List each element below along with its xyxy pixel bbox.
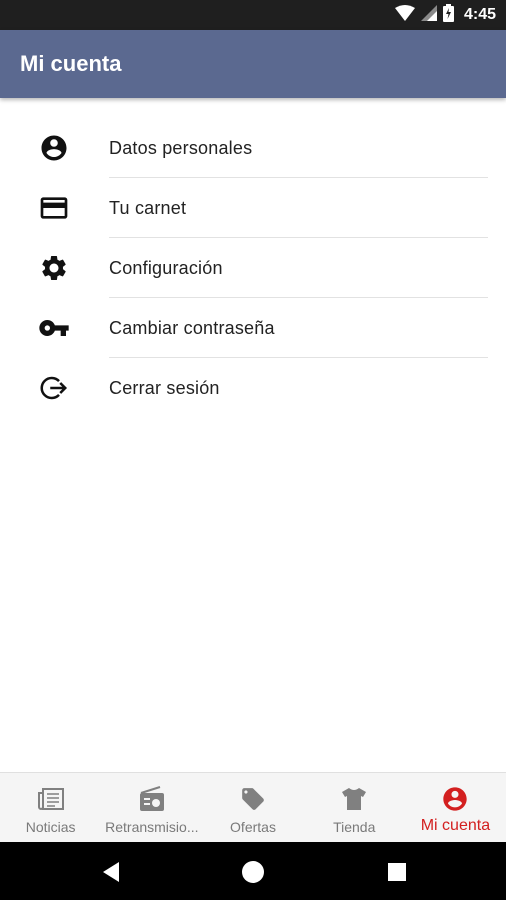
back-icon[interactable] [98, 859, 124, 885]
menu-item-label: Cerrar sesión [109, 378, 220, 398]
logout-icon [38, 372, 70, 404]
menu-item-label: Cambiar contraseña [109, 318, 275, 338]
nav-item-mi-cuenta[interactable]: Mi cuenta [405, 773, 506, 842]
nav-label: Mi cuenta [420, 817, 491, 834]
nav-item-retransmisiones[interactable]: Retransmisio... [101, 773, 202, 842]
account-circle-icon [38, 132, 70, 164]
battery-icon [442, 3, 454, 27]
menu-item-label: Datos personales [109, 138, 253, 158]
status-icons: 4:45 [394, 0, 496, 30]
recents-icon[interactable] [384, 859, 410, 885]
nav-label: Retransmisio... [105, 819, 199, 835]
gear-icon [38, 252, 70, 284]
key-icon [38, 312, 70, 344]
system-navigation-bar [0, 842, 506, 900]
menu-item-label: Tu carnet [109, 198, 187, 218]
home-icon[interactable] [240, 859, 266, 885]
page-title: Mi cuenta [20, 51, 122, 76]
radio-icon [138, 785, 166, 813]
account-circle-icon [441, 785, 469, 813]
menu-item-cambiar-contrasena[interactable]: Cambiar contraseña [0, 298, 506, 358]
nav-item-tienda[interactable]: Tienda [304, 773, 405, 842]
signal-icon [420, 4, 437, 26]
menu-item-configuracion[interactable]: Configuración [0, 238, 506, 298]
menu-item-cerrar-sesion[interactable]: Cerrar sesión [0, 358, 506, 418]
menu-item-datos-personales[interactable]: Datos personales [0, 118, 506, 178]
nav-label: Noticias [25, 819, 76, 835]
status-time: 4:45 [463, 6, 496, 23]
shirt-icon [340, 785, 368, 813]
app-bar: Mi cuenta [0, 30, 506, 98]
newspaper-icon [37, 785, 65, 813]
credit-card-icon [38, 192, 70, 224]
nav-label: Ofertas [230, 819, 276, 835]
status-bar: 4:45 [0, 0, 506, 30]
wifi-icon [394, 4, 415, 26]
nav-label: Tienda [333, 819, 376, 835]
tag-icon [239, 785, 267, 813]
bottom-navigation: Noticias Retransmisio... Ofertas Tienda … [0, 772, 506, 842]
menu-item-label: Configuración [109, 258, 223, 278]
nav-item-ofertas[interactable]: Ofertas [202, 773, 303, 842]
menu-item-tu-carnet[interactable]: Tu carnet [0, 178, 506, 238]
account-menu: Datos personales Tu carnet Configuración… [0, 118, 506, 418]
nav-item-noticias[interactable]: Noticias [0, 773, 101, 842]
